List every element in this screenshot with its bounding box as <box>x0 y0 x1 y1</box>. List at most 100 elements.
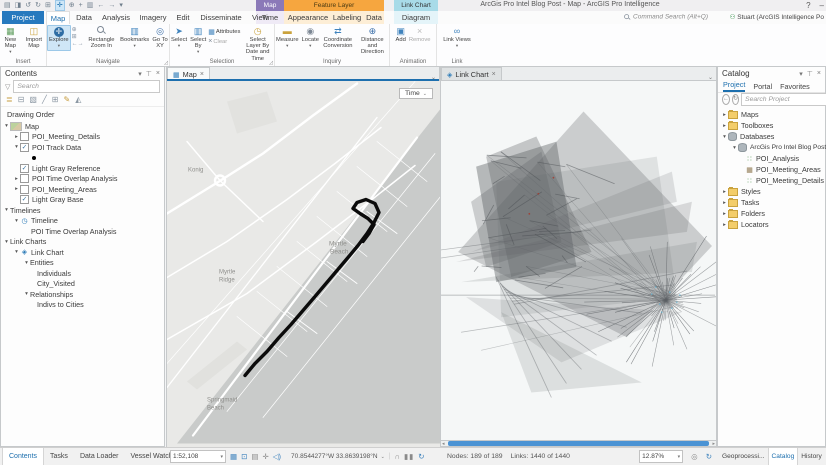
link-chart-canvas[interactable] <box>440 81 717 441</box>
customize-qat-icon[interactable]: ▾ <box>119 1 123 10</box>
catalog-poi-analysis[interactable]: ∷ POI_Analysis <box>721 153 825 164</box>
undo-icon[interactable]: ↺ <box>25 1 31 10</box>
explore-tool-icon[interactable]: ✛ <box>54 0 65 11</box>
checkbox-checked[interactable]: ✓ <box>20 195 29 205</box>
goto-xy-button[interactable]: ◎ Go To XY <box>151 25 169 50</box>
plus-icon[interactable]: + <box>79 1 83 10</box>
link-chart-zoom-select[interactable]: 12.87% ▾ <box>639 450 684 463</box>
catalog-gdb[interactable]: ▾ArcGis Pro Intel Blog Post.gdb <box>721 142 826 153</box>
list-by-editing-icon[interactable]: ╱ <box>42 95 47 104</box>
map-coordinates[interactable]: 70.8544277°W 33.8639198°N ⌄ <box>291 453 385 460</box>
list-by-perspective-icon[interactable]: ◭ <box>75 95 81 104</box>
bottom-tab-tasks[interactable]: Tasks <box>44 448 74 465</box>
node-link-chart[interactable]: ▾ ◈ Link Chart <box>3 247 164 258</box>
node-relationships[interactable]: ▾ Relationships <box>3 289 164 300</box>
tab-imagery[interactable]: Imagery <box>136 11 170 24</box>
link-chart-view-tab[interactable]: ◈ Link Chart × <box>441 67 502 81</box>
pin-icon[interactable]: ⊤ <box>807 70 813 78</box>
tab-data[interactable]: Data <box>72 11 96 24</box>
close-icon[interactable]: × <box>156 70 160 78</box>
checkbox-unchecked[interactable] <box>20 174 29 184</box>
catalog-locators[interactable]: ▸ Locators <box>721 219 825 230</box>
catalog-tab-portal[interactable]: Portal <box>753 82 772 91</box>
tab-data-contextual[interactable]: Data <box>364 11 384 24</box>
node-entities[interactable]: ▾ Entities <box>3 258 164 269</box>
catalog-folders[interactable]: ▸ Folders <box>721 208 825 219</box>
entity-city-visited[interactable]: City_Visited <box>3 279 164 290</box>
grid-icon[interactable]: ▤ <box>251 452 258 461</box>
tab-appearance[interactable]: Appearance <box>286 11 330 24</box>
list-by-snapping-icon[interactable]: ⊞ <box>52 95 59 104</box>
extent-arrows-icon[interactable]: ←→ <box>72 41 84 47</box>
user-account[interactable]: ⚇ Stuart (ArcGIS Intelligence Po <box>730 13 824 21</box>
catalog-maps[interactable]: ▸ Maps <box>721 109 825 120</box>
fixed-zoom-icon[interactable]: ⊞ <box>72 34 84 40</box>
catalog-styles[interactable]: ▸ Styles <box>721 186 825 197</box>
node-timelines[interactable]: ▾ Timelines <box>3 205 164 216</box>
tab-analysis[interactable]: Analysis <box>98 11 134 24</box>
tab-time[interactable]: Time <box>256 11 284 24</box>
bookmarks-icon[interactable]: ▥ <box>87 1 94 10</box>
bottom-tab-contents[interactable]: Contents <box>2 448 45 465</box>
checkbox-checked[interactable]: ✓ <box>20 163 29 173</box>
pane-menu-icon[interactable]: ▾ <box>799 70 803 78</box>
layer-poi-meeting-details[interactable]: ▸ POI_Meeting_Details <box>3 132 164 143</box>
catalog-databases[interactable]: ▾ Databases <box>721 131 825 142</box>
coordinate-conversion-button[interactable]: ⇄ Coordinate Conversion <box>321 25 355 50</box>
scroll-left-icon[interactable]: ◂ <box>441 441 446 447</box>
link-views-button[interactable]: ∞ Link Views ▾ <box>442 25 472 50</box>
checkbox-checked[interactable]: ✓ <box>20 142 29 152</box>
attributes-button[interactable]: ▦ Attributes <box>208 28 240 36</box>
catalog-poi-meeting-areas[interactable]: ▦ POI_Meeting_Areas <box>721 164 825 175</box>
pause-drawing-icon[interactable]: ▮▮ <box>404 452 414 461</box>
bookmarks-button[interactable]: ▥ Bookmarks ▾ <box>119 25 150 50</box>
full-extent-icon[interactable]: ⊡ <box>241 452 247 461</box>
open-project-icon[interactable]: ▤ <box>4 1 11 10</box>
zoom-tool-icon[interactable]: ⊕ <box>69 1 75 10</box>
select-button[interactable]: ➤ Select ▾ <box>170 25 188 50</box>
explore-button[interactable]: ✛ Explore ▾ <box>47 25 71 52</box>
select-by-button[interactable]: ▥ Select By ▾ <box>189 25 207 57</box>
bottom-tab-geoprocessing[interactable]: Geoprocessi... <box>719 448 768 465</box>
layer-poi-time-overlap[interactable]: ▸ POI Time Overlap Analysis <box>3 174 164 185</box>
snapping-icon[interactable]: ∩ <box>395 452 400 461</box>
navigate-mini-buttons[interactable]: ⊕ ⊞ ←→ <box>72 27 84 47</box>
bottom-tab-data-loader[interactable]: Data Loader <box>74 448 125 465</box>
catalog-search-input[interactable] <box>741 93 826 106</box>
timeline-layer[interactable]: POI Time Overlap Analysis <box>3 226 164 237</box>
scroll-right-icon[interactable]: ▸ <box>711 441 716 447</box>
save-project-icon[interactable]: ◨ <box>15 1 22 10</box>
command-search[interactable]: Command Search (Alt+Q) <box>623 13 708 21</box>
clear-button[interactable]: × Clear <box>208 38 240 45</box>
catalog-toolboxes[interactable]: ▸ Toolboxes <box>721 120 825 131</box>
redo-icon[interactable]: ↻ <box>35 1 41 10</box>
pane-menu-icon[interactable]: ▾ <box>138 70 142 78</box>
contents-search-input[interactable] <box>13 80 160 93</box>
tab-diagram[interactable]: Diagram <box>396 11 436 24</box>
pan-icon[interactable]: ✛ <box>262 452 268 461</box>
node-timeline[interactable]: ▾ ◷ Timeline <box>3 216 164 227</box>
full-extent-icon[interactable]: ⊕ <box>72 27 84 33</box>
import-map-button[interactable]: ◫ Import Map <box>22 25 46 50</box>
symbol-point[interactable] <box>3 153 164 164</box>
layer-map[interactable]: ▾ Map <box>3 121 164 132</box>
minimize-button[interactable]: – <box>820 1 824 10</box>
link-chart-hscrollbar[interactable]: ◂ ▸ <box>440 440 717 447</box>
pin-icon[interactable]: ⊤ <box>146 70 152 78</box>
help-button[interactable]: ? <box>806 1 810 10</box>
distance-direction-button[interactable]: ⊕ Distance and Direction <box>356 25 389 57</box>
catalog-tasks[interactable]: ▸ Tasks <box>721 197 825 208</box>
filter-icon[interactable]: ▽ <box>5 83 10 91</box>
catalog-poi-meeting-details[interactable]: ∷ POI_Meeting_Details <box>721 175 825 186</box>
close-icon[interactable]: × <box>817 70 821 78</box>
scrollbar-thumb[interactable] <box>447 441 710 446</box>
catalog-tab-favorites[interactable]: Favorites <box>780 82 810 91</box>
tab-disseminate[interactable]: Disseminate <box>196 11 246 24</box>
locate-button[interactable]: ◉ Locate ▾ <box>301 25 320 50</box>
next-extent-icon[interactable]: → <box>108 1 115 10</box>
add-data-icon[interactable]: ⊞ <box>45 1 51 10</box>
back-icon[interactable]: ← <box>722 94 730 105</box>
tab-edit[interactable]: Edit <box>172 11 194 24</box>
checkbox-unchecked[interactable] <box>20 132 29 142</box>
list-by-labeling-icon[interactable]: ✎ <box>64 95 71 104</box>
